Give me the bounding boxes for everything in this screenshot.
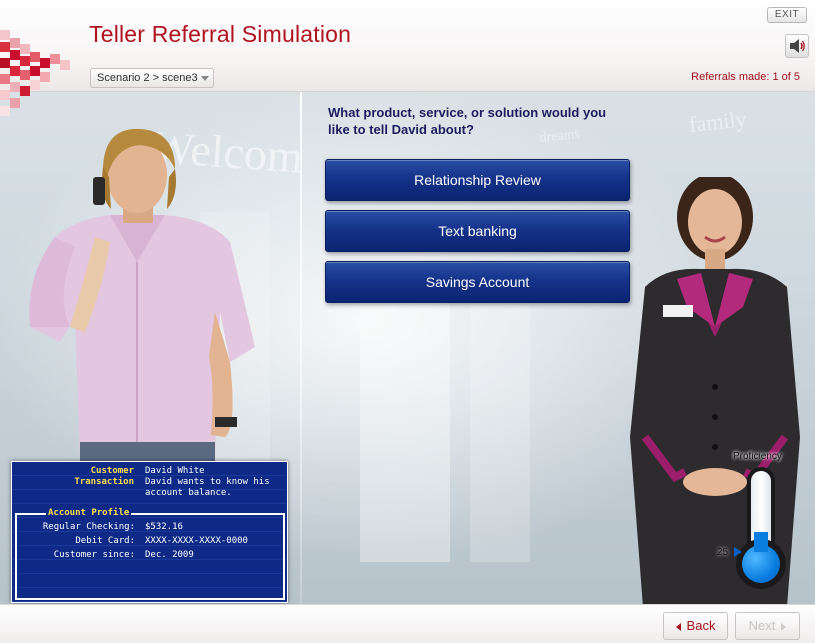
- scenario-dropdown-value: Scenario 2 > scene3: [97, 72, 198, 84]
- proficiency-marker-icon: [734, 547, 742, 557]
- scenario-dropdown[interactable]: Scenario 2 > scene3: [90, 68, 214, 88]
- profile-row-label: Regular Checking:: [42, 522, 135, 532]
- customer-name: David White: [145, 466, 205, 476]
- transaction-label: Transaction: [74, 477, 134, 487]
- arrow-right-icon: [781, 622, 787, 631]
- profile-row-label: Customer since:: [53, 550, 135, 560]
- back-button-label: Back: [686, 618, 716, 633]
- profile-row-value: Dec. 2009: [145, 550, 194, 560]
- footer-bar: Back Next: [0, 604, 815, 643]
- transaction-text-line2: account balance.: [145, 488, 232, 498]
- question-prompt: What product, service, or solution would…: [328, 105, 607, 137]
- referrals-counter: Referrals made: 1 of 5: [691, 71, 800, 83]
- profile-row-label: Debit Card:: [75, 536, 135, 546]
- chevron-down-icon: [201, 76, 209, 81]
- svg-text:family: family: [688, 106, 748, 137]
- profile-row-value: $532.16: [145, 522, 183, 532]
- scene-stage: Welcom family dreams What product, servi…: [0, 92, 815, 604]
- option-relationship-review-button[interactable]: Relationship Review: [325, 159, 630, 201]
- next-button-label: Next: [748, 618, 776, 633]
- exit-button[interactable]: EXIT: [767, 7, 807, 23]
- proficiency-thermometer-fill: [754, 532, 768, 552]
- customer-info-panel: Customer David White Transaction David w…: [11, 461, 288, 603]
- audio-toggle-button[interactable]: [785, 34, 809, 58]
- transaction-text-line1: David wants to know his: [145, 477, 270, 487]
- customer-label: Customer: [90, 466, 134, 476]
- header-bar: Teller Referral Simulation EXIT Scenario…: [0, 0, 815, 92]
- proficiency-value: 25: [717, 547, 729, 558]
- customer-avatar: [29, 128, 255, 467]
- account-profile-title: Account Profile: [46, 508, 132, 518]
- teller-avatar: [630, 177, 800, 604]
- proficiency-label: Proficiency: [733, 451, 782, 462]
- panel-divider: [300, 92, 302, 604]
- option-text-banking-button[interactable]: Text banking: [325, 210, 630, 252]
- arrow-left-icon: [675, 622, 681, 631]
- brand-pixel-logo: [0, 30, 70, 116]
- speaker-icon: [790, 39, 805, 53]
- next-button[interactable]: Next: [735, 612, 800, 640]
- option-savings-account-button[interactable]: Savings Account: [325, 261, 630, 303]
- app-title: Teller Referral Simulation: [89, 21, 352, 47]
- profile-row-value: XXXX-XXXX-XXXX-0000: [145, 536, 248, 546]
- back-button[interactable]: Back: [663, 612, 728, 640]
- account-profile-box: Account Profile Regular Checking: $532.1…: [15, 508, 285, 600]
